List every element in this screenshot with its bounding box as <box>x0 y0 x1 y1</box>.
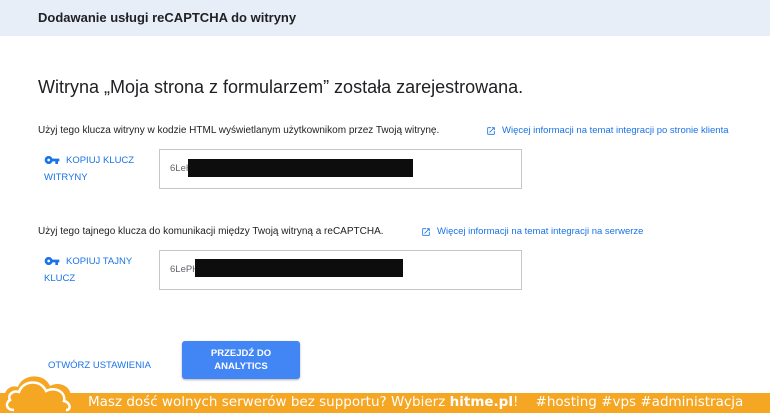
site-key-redaction <box>188 159 413 177</box>
open-in-new-icon <box>422 227 430 236</box>
promo-brand: hitme.pl <box>449 394 513 410</box>
server-integration-link-label: Więcej informacji na temat integracji na… <box>437 226 644 237</box>
promo-banner-text: Masz dość wolnych serwerów bez supportu?… <box>88 394 743 410</box>
client-integration-link[interactable]: Więcej informacji na temat integracji po… <box>486 125 729 136</box>
site-key-field[interactable]: 6LeH <box>159 149 522 189</box>
top-bar: Dodawanie usługi reCAPTCHA do witryny <box>0 0 770 36</box>
promo-text-after: ! #hosting #vps #administracja <box>512 394 744 410</box>
promo-banner[interactable]: Masz dość wolnych serwerów bez supportu?… <box>0 393 770 413</box>
copy-secret-key-button[interactable]: Kopiuj tajny klucz <box>44 253 154 287</box>
promo-text-before: Masz dość wolnych serwerów bez supportu?… <box>88 394 446 410</box>
cloud-logo-icon <box>2 376 77 413</box>
key-icon <box>44 257 60 266</box>
secret-key-redaction <box>195 259 403 277</box>
site-key-description: Użyj tego klucza witryny w kodzie HTML w… <box>38 125 440 136</box>
go-to-analytics-label: Przejdź do Analytics <box>210 348 272 372</box>
key-icon <box>44 156 60 165</box>
server-integration-link[interactable]: Więcej informacji na temat integracji na… <box>421 226 643 237</box>
registration-heading: Witryna „Moja strona z formularzem” zost… <box>38 77 524 97</box>
go-to-analytics-button[interactable]: Przejdź do Analytics <box>182 341 300 379</box>
copy-site-key-button[interactable]: Kopiuj klucz witryny <box>44 152 154 186</box>
secret-key-field[interactable]: 6LePH <box>159 250 522 290</box>
secret-key-description: Użyj tego tajnego klucza do komunikacji … <box>38 226 384 237</box>
page-title: Dodawanie usługi reCAPTCHA do witryny <box>38 10 297 25</box>
client-integration-link-label: Więcej informacji na temat integracji po… <box>502 125 729 136</box>
open-in-new-icon <box>487 126 495 135</box>
